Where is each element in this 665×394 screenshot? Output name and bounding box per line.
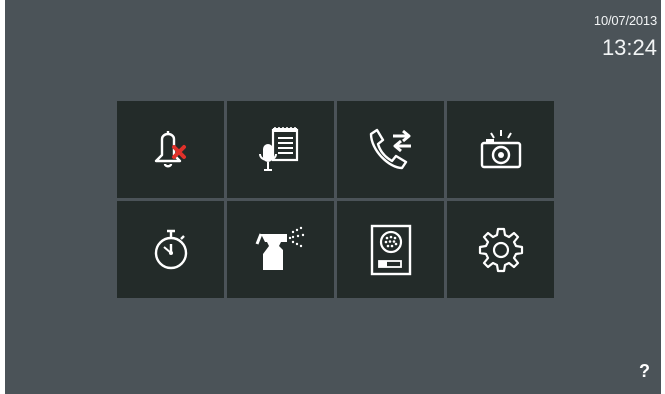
- time-display: 13:24: [601, 35, 657, 60]
- screen: 10/07/2013 13:24 ?: [5, 0, 661, 394]
- tile-door-panel[interactable]: [337, 201, 444, 298]
- bell-muted-icon: [148, 127, 194, 173]
- tile-camera[interactable]: [447, 101, 554, 198]
- date-display: 10/07/2013: [593, 13, 657, 28]
- gear-icon: [478, 227, 524, 273]
- stopwatch-icon: [150, 227, 192, 273]
- tile-timer[interactable]: [117, 201, 224, 298]
- tile-cleaning[interactable]: [227, 201, 334, 298]
- tile-do-not-disturb[interactable]: [117, 101, 224, 198]
- help-button[interactable]: ?: [639, 361, 650, 382]
- call-transfer-icon: [363, 124, 419, 176]
- spray-bottle-icon: [253, 224, 309, 276]
- tile-settings[interactable]: [447, 201, 554, 298]
- menu-grid: [117, 101, 559, 299]
- door-panel-icon: [368, 223, 414, 277]
- tile-call-transfer[interactable]: [337, 101, 444, 198]
- tile-voice-memo[interactable]: [227, 101, 334, 198]
- camera-icon: [476, 127, 526, 173]
- voice-memo-notepad-icon: [255, 124, 307, 176]
